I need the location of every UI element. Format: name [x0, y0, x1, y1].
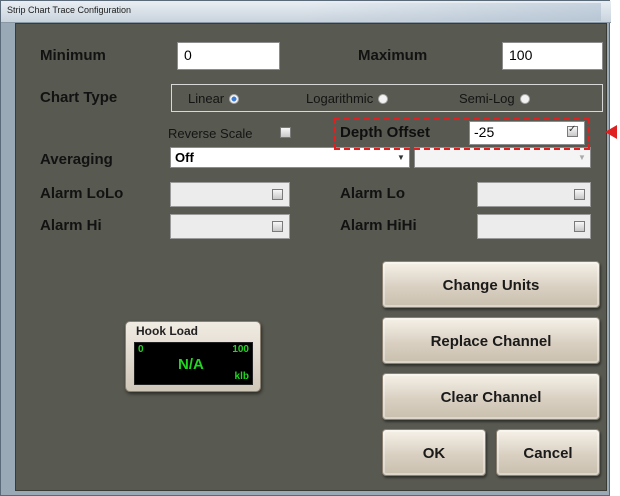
config-window: Strip Chart Trace Configuration [0, 0, 611, 496]
chart-type-option-semi-log[interactable]: Semi-Log [459, 91, 530, 106]
ok-button[interactable]: OK [382, 429, 486, 476]
alarm-hihi-label: Alarm HiHi [340, 217, 417, 234]
reverse-scale-label: Reverse Scale [168, 126, 253, 141]
minimum-input[interactable]: 0 [177, 42, 280, 70]
hook-load-display: 0 100 N/A klb [134, 342, 253, 385]
pointer-arrow-icon [605, 125, 617, 139]
hook-load-max: 100 [232, 344, 249, 355]
chart-type-option-label: Linear [188, 91, 225, 106]
averaging-select[interactable]: Off ▼ [170, 147, 410, 168]
chart-type-option-label: Logarithmic [306, 91, 374, 106]
minimum-label: Minimum [40, 47, 106, 64]
maximum-input[interactable]: 100 [502, 42, 603, 70]
alarm-lo-label: Alarm Lo [340, 185, 406, 202]
chart-type-option-linear[interactable]: Linear [188, 91, 240, 106]
maximum-label: Maximum [358, 47, 428, 64]
title-bar-gradient [301, 3, 601, 21]
replace-channel-button[interactable]: Replace Channel [382, 317, 600, 364]
change-units-button[interactable]: Change Units [382, 261, 600, 308]
hook-load-unit: klb [234, 371, 249, 382]
clear-channel-button[interactable]: Clear Channel [382, 373, 600, 420]
hook-load-title: Hook Load [136, 324, 198, 338]
radio-icon[interactable] [378, 93, 389, 104]
averaging-secondary-select[interactable]: ▼ [414, 147, 591, 168]
radio-icon[interactable] [519, 93, 530, 104]
averaging-value: Off [175, 150, 194, 165]
alarm-hi-checkbox[interactable] [272, 221, 283, 232]
chart-type-option-logarithmic[interactable]: Logarithmic [306, 91, 389, 106]
alarm-lo-checkbox[interactable] [574, 189, 585, 200]
chart-type-label: Chart Type [40, 89, 118, 106]
hook-load-min: 0 [138, 344, 144, 355]
alarm-hi-label: Alarm Hi [40, 217, 102, 234]
dropdown-arrow-icon[interactable]: ▼ [578, 154, 586, 162]
radio-selected-icon[interactable] [229, 93, 240, 104]
window-title: Strip Chart Trace Configuration [7, 5, 132, 15]
chart-type-option-label: Semi-Log [459, 91, 515, 106]
title-bar[interactable]: Strip Chart Trace Configuration [1, 1, 611, 23]
hook-load-value: N/A [178, 356, 204, 373]
cancel-button[interactable]: Cancel [496, 429, 600, 476]
averaging-label: Averaging [40, 151, 113, 168]
alarm-lolo-checkbox[interactable] [272, 189, 283, 200]
dropdown-arrow-icon[interactable]: ▼ [397, 154, 405, 162]
reverse-scale-checkbox[interactable] [280, 127, 291, 138]
alarm-hihi-checkbox[interactable] [574, 221, 585, 232]
alarm-lolo-label: Alarm LoLo [40, 185, 124, 202]
depth-offset-highlight [334, 118, 590, 150]
